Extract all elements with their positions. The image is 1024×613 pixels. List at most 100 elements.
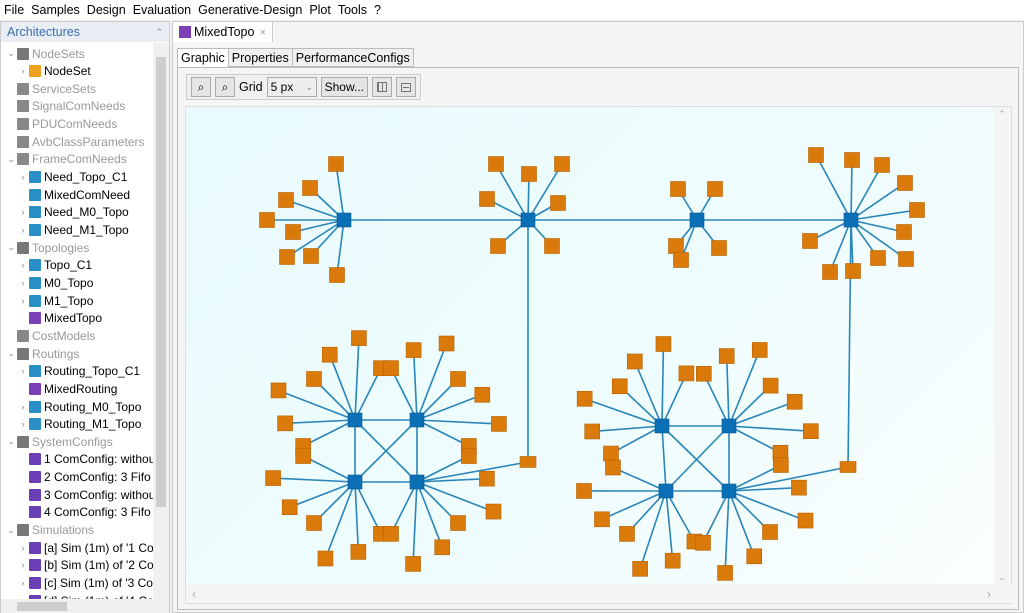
device-node[interactable]: [306, 515, 322, 531]
menu-evaluation[interactable]: Evaluation: [133, 3, 191, 17]
device-node[interactable]: [762, 524, 778, 540]
zoom-in-button[interactable]: ⌕: [191, 77, 211, 97]
tree-item[interactable]: AvbClassParameters: [5, 133, 145, 150]
tab-mixedtopo[interactable]: MixedTopo ✕: [173, 22, 274, 42]
chevron-right-icon[interactable]: ›: [17, 296, 29, 306]
device-node[interactable]: [695, 535, 711, 551]
device-node[interactable]: [896, 224, 912, 240]
network-link[interactable]: [601, 490, 667, 521]
network-link[interactable]: [850, 209, 918, 221]
device-node[interactable]: [845, 263, 861, 279]
device-node[interactable]: [474, 386, 491, 403]
device-node[interactable]: [746, 548, 763, 565]
device-node[interactable]: [603, 445, 619, 462]
network-link[interactable]: [703, 373, 730, 427]
tab-graphic[interactable]: Graphic: [177, 48, 229, 67]
device-node[interactable]: [576, 390, 593, 407]
scroll-left-icon[interactable]: ‹: [192, 587, 196, 601]
scroll-thumb[interactable]: [17, 602, 67, 611]
device-node[interactable]: [351, 330, 367, 346]
device-node[interactable]: [822, 264, 838, 280]
device-node[interactable]: [909, 202, 925, 218]
device-node[interactable]: [438, 335, 455, 352]
chevron-down-icon[interactable]: ⌄: [5, 48, 17, 59]
tree-item[interactable]: MixedRouting: [17, 380, 117, 397]
device-node[interactable]: [717, 565, 733, 581]
scroll-up-icon[interactable]: ⌃: [998, 109, 1006, 120]
network-link[interactable]: [336, 219, 345, 276]
chevron-right-icon[interactable]: ›: [17, 366, 29, 376]
tree-item[interactable]: ⌄ Topologies: [5, 239, 89, 256]
device-node[interactable]: [303, 248, 319, 264]
switch-node[interactable]: [654, 418, 670, 434]
network-link[interactable]: [728, 401, 795, 427]
device-node[interactable]: [350, 544, 367, 560]
device-node[interactable]: [898, 251, 914, 267]
device-node[interactable]: [711, 240, 727, 256]
switch-node[interactable]: [347, 474, 363, 490]
tree-item[interactable]: 2 ComConfig: 3 Fifo: [17, 469, 151, 486]
tree-item[interactable]: › Routing_Topo_C1: [17, 363, 141, 380]
device-node[interactable]: [479, 470, 495, 487]
network-link[interactable]: [850, 159, 853, 221]
menu-help[interactable]: ?: [374, 3, 381, 17]
device-node[interactable]: [632, 561, 648, 577]
chevron-right-icon[interactable]: ›: [17, 278, 29, 288]
device-node[interactable]: [696, 365, 712, 382]
network-link[interactable]: [725, 356, 730, 427]
device-node[interactable]: [773, 457, 789, 473]
device-node[interactable]: [627, 353, 643, 370]
device-node[interactable]: [270, 382, 287, 399]
device-node[interactable]: [874, 157, 890, 173]
tree-item[interactable]: › Topo_C1: [17, 257, 93, 274]
scroll-down-icon[interactable]: ⌄: [998, 572, 1006, 583]
layout-button[interactable]: [371, 77, 392, 97]
device-node[interactable]: [870, 250, 886, 266]
device-node[interactable]: [279, 249, 295, 265]
device-node[interactable]: [718, 348, 735, 364]
device-node[interactable]: [802, 233, 818, 249]
switch-node[interactable]: [721, 483, 737, 499]
device-node[interactable]: [803, 423, 819, 439]
device-node[interactable]: [554, 156, 570, 172]
show-button[interactable]: Show...: [320, 77, 368, 97]
collapse-button[interactable]: [395, 77, 416, 97]
grid-select[interactable]: 5 px ⌄: [266, 77, 317, 97]
device-node[interactable]: [285, 224, 301, 240]
tree-item[interactable]: ›[d] Sim (1m) of '4 Co: [17, 592, 153, 599]
chevron-right-icon[interactable]: ›: [17, 560, 29, 570]
device-node[interactable]: [664, 552, 681, 569]
device-node[interactable]: [611, 378, 628, 395]
tree-item[interactable]: › Need_M1_Topo: [17, 222, 129, 239]
device-node[interactable]: [306, 371, 322, 387]
menu-tools[interactable]: Tools: [338, 3, 367, 17]
device-node[interactable]: [844, 152, 860, 168]
device-node[interactable]: [897, 175, 913, 191]
switch-node[interactable]: [843, 212, 859, 228]
device-node[interactable]: [490, 238, 506, 254]
switch-node[interactable]: [689, 212, 705, 228]
device-node[interactable]: [655, 336, 672, 352]
tree-horizontal-scrollbar[interactable]: [1, 599, 169, 613]
device-node[interactable]: [295, 448, 311, 464]
device-node[interactable]: [707, 181, 723, 197]
network-link[interactable]: [335, 163, 345, 221]
scroll-right-icon[interactable]: ›: [987, 587, 991, 601]
device-node[interactable]: [383, 360, 399, 376]
device-node[interactable]: [317, 550, 334, 567]
menu-samples[interactable]: Samples: [31, 3, 80, 17]
network-link[interactable]: [661, 343, 665, 427]
device-node[interactable]: [762, 377, 779, 394]
tree-item[interactable]: › Need_Topo_C1: [17, 169, 128, 186]
device-node[interactable]: [576, 483, 592, 499]
tab-performanceconfigs[interactable]: PerformanceConfigs: [291, 48, 414, 67]
network-link[interactable]: [416, 481, 443, 548]
tree-item[interactable]: 3 ComConfig: withou: [17, 486, 153, 503]
tree-item[interactable]: › M0_Topo: [17, 274, 94, 291]
device-node[interactable]: [488, 156, 504, 172]
network-link[interactable]: [634, 361, 663, 427]
network-link[interactable]: [584, 398, 663, 427]
device-node[interactable]: [797, 512, 814, 529]
device-node[interactable]: [521, 166, 537, 182]
device-node[interactable]: [479, 191, 495, 207]
